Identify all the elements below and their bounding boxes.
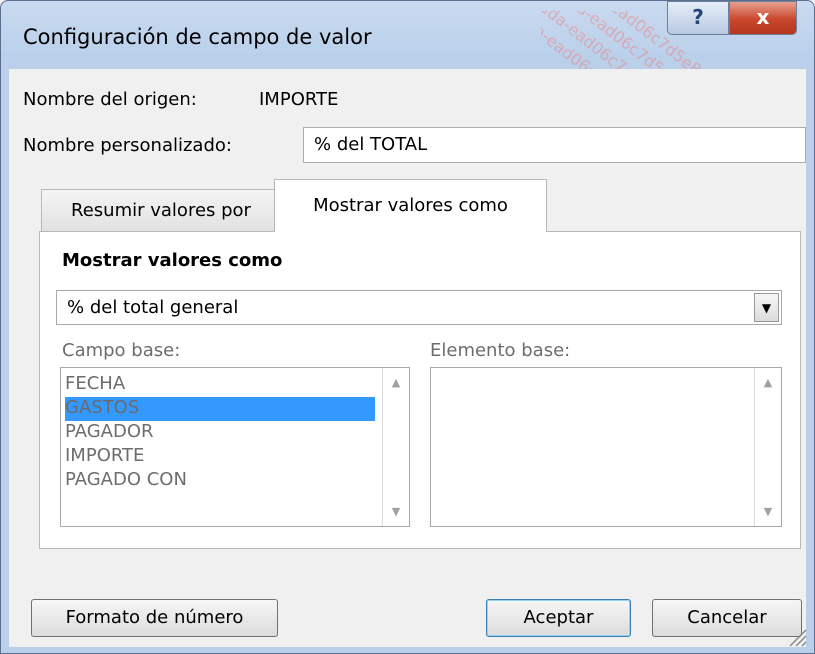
window-title: Configuración de campo de valor [23, 25, 372, 49]
dialog-window: Configuración de campo de valor ? x 3-aa… [0, 0, 815, 654]
tab-summarize-values[interactable]: Resumir valores por [41, 189, 281, 231]
resize-grip-icon[interactable] [786, 626, 808, 648]
scroll-down-icon[interactable]: ▼ [755, 505, 781, 518]
help-icon: ? [692, 5, 704, 29]
dialog-body: Nombre del origen: IMPORTE Nombre person… [9, 69, 806, 647]
custom-name-label: Nombre personalizado: [23, 135, 232, 156]
tab-panel: Mostrar valores como % del total general… [39, 231, 801, 549]
scroll-up-icon[interactable]: ▲ [755, 376, 781, 389]
chevron-down-icon[interactable]: ▼ [754, 293, 779, 322]
tab-label: Mostrar valores como [313, 195, 508, 216]
list-item[interactable]: IMPORTE [65, 445, 375, 469]
close-icon: x [756, 5, 770, 29]
custom-name-input[interactable]: % del TOTAL [303, 127, 806, 163]
panel-heading: Mostrar valores como [62, 250, 283, 271]
cancel-button[interactable]: Cancelar [652, 599, 802, 637]
scroll-down-icon[interactable]: ▼ [383, 505, 409, 518]
button-label: Formato de número [65, 607, 244, 628]
button-label: Aceptar [523, 607, 594, 628]
base-field-list[interactable]: FECHA GASTOS PAGADOR IMPORTE PAGADO CON … [60, 367, 410, 527]
list-item-selected[interactable]: GASTOS [65, 397, 375, 421]
help-button[interactable]: ? [667, 1, 729, 35]
number-format-button[interactable]: Formato de número [31, 599, 278, 637]
list-item[interactable]: PAGADO CON [65, 469, 375, 493]
scrollbar[interactable]: ▲ ▼ [754, 368, 781, 526]
list-item[interactable]: PAGADOR [65, 421, 375, 445]
title-bar[interactable]: Configuración de campo de valor ? x [1, 1, 815, 69]
button-label: Cancelar [687, 607, 767, 628]
source-name-label: Nombre del origen: [23, 89, 197, 110]
source-name-value: IMPORTE [259, 89, 339, 110]
tab-label: Resumir valores por [71, 200, 251, 221]
close-button[interactable]: x [729, 1, 797, 35]
tab-show-values-as[interactable]: Mostrar valores como [274, 179, 547, 232]
scroll-up-icon[interactable]: ▲ [383, 376, 409, 389]
base-item-label: Elemento base: [430, 340, 571, 361]
custom-name-value: % del TOTAL [314, 134, 428, 155]
base-item-list[interactable]: ▲ ▼ [430, 367, 782, 527]
list-item[interactable]: FECHA [65, 373, 375, 397]
show-values-as-select[interactable]: % del total general ▼ [56, 290, 782, 325]
show-values-as-value: % del total general [67, 297, 239, 318]
base-field-label: Campo base: [62, 340, 181, 361]
scrollbar[interactable]: ▲ ▼ [382, 368, 409, 526]
ok-button[interactable]: Aceptar [486, 599, 631, 637]
